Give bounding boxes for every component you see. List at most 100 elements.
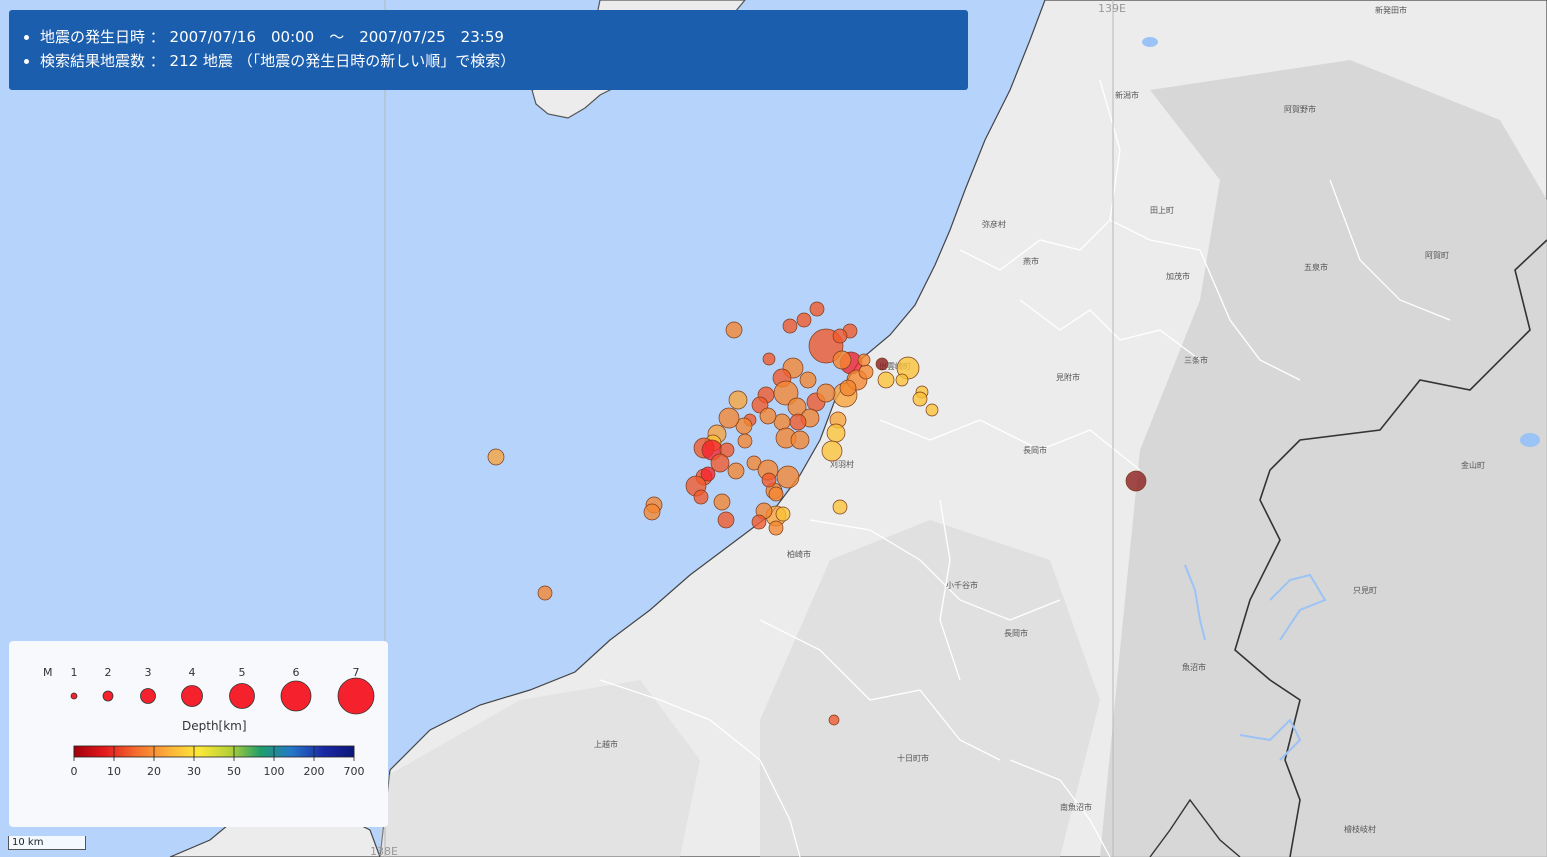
earthquake-marker[interactable] xyxy=(809,301,825,317)
magnitude-label: 2 xyxy=(105,666,112,679)
magnitude-label: 4 xyxy=(189,666,196,679)
magnitude-marker xyxy=(70,692,78,700)
date-range-text: 地震の発生日時 ： 2007/07/16 00:00 ～ 2007/07/25 … xyxy=(40,25,968,49)
grid-label-138e: 138E xyxy=(370,845,398,857)
depth-tick-label: 100 xyxy=(264,765,285,778)
legend-graphic: M 1 2 3 4 5 6 7 Depth[km] 0 10 20 30 50 100 200 700 xyxy=(43,666,375,778)
place-label: 弥彦村 xyxy=(982,219,1006,229)
place-label: 檜枝岐村 xyxy=(1344,824,1376,834)
earthquake-marker[interactable] xyxy=(693,489,709,505)
place-label: 只見町 xyxy=(1353,586,1377,595)
depth-tick-label: 200 xyxy=(304,765,325,778)
earthquake-marker[interactable] xyxy=(718,407,740,429)
earthquake-marker[interactable] xyxy=(725,321,743,339)
place-label: 阿賀野市 xyxy=(1284,104,1316,114)
earthquake-marker[interactable] xyxy=(776,465,800,489)
magnitude-label: 5 xyxy=(239,666,246,679)
place-label: 田上町 xyxy=(1150,206,1174,215)
magnitude-label: 6 xyxy=(293,666,300,679)
legend-panel: M 1 2 3 4 5 6 7 Depth[km] 0 10 20 30 50 100 200 700 xyxy=(9,641,388,827)
lake xyxy=(1520,433,1540,447)
earthquake-marker[interactable] xyxy=(775,506,791,522)
earthquake-marker[interactable] xyxy=(751,514,767,530)
earthquake-marker[interactable] xyxy=(737,433,753,449)
grid-label-139e: 139E xyxy=(1098,2,1126,15)
earthquake-marker[interactable] xyxy=(877,371,895,389)
magnitude-marker xyxy=(140,688,156,704)
place-label: 上越市 xyxy=(594,739,618,749)
depth-tick-label: 10 xyxy=(107,765,121,778)
place-label: 阿賀町 xyxy=(1425,250,1449,260)
legend-magnitude-label: M xyxy=(43,666,53,679)
depth-tick-label: 0 xyxy=(71,765,78,778)
earthquake-marker[interactable] xyxy=(857,353,871,367)
earthquake-marker[interactable] xyxy=(832,499,848,515)
place-label: 十日町市 xyxy=(897,753,929,763)
place-label: 小千谷市 xyxy=(946,580,978,590)
earthquake-marker[interactable] xyxy=(537,585,553,601)
place-label: 三条市 xyxy=(1184,355,1208,365)
magnitude-marker xyxy=(280,680,312,712)
magnitude-label: 7 xyxy=(353,666,360,679)
scale-bar: 10 km xyxy=(8,836,86,850)
magnitude-marker xyxy=(181,685,203,707)
depth-tick-label: 700 xyxy=(344,765,365,778)
magnitude-marker xyxy=(102,690,114,702)
depth-tick-label: 20 xyxy=(147,765,161,778)
earthquake-marker[interactable] xyxy=(768,520,784,536)
place-label: 新発田市 xyxy=(1375,5,1407,15)
earthquake-marker[interactable] xyxy=(796,312,812,328)
search-info-panel: 地震の発生日時 ： 2007/07/16 00:00 ～ 2007/07/25 … xyxy=(9,10,968,90)
earthquake-marker[interactable] xyxy=(828,714,840,726)
place-label: 魚沼市 xyxy=(1182,662,1206,672)
earthquake-marker[interactable] xyxy=(761,472,777,488)
legend-depth-title: Depth[km] xyxy=(182,719,247,733)
earthquake-marker[interactable] xyxy=(912,391,928,407)
earthquake-marker[interactable] xyxy=(1125,470,1147,492)
earthquake-marker[interactable] xyxy=(832,328,848,344)
depth-gradient xyxy=(73,745,355,758)
place-label: 長岡市 xyxy=(1004,628,1028,638)
earthquake-marker[interactable] xyxy=(816,383,836,403)
earthquake-marker[interactable] xyxy=(728,390,748,410)
magnitude-label: 1 xyxy=(71,666,78,679)
earthquake-marker[interactable] xyxy=(759,407,777,425)
place-label: 柏崎市 xyxy=(787,549,811,559)
result-count-text: 検索結果地震数 ： 212 地震 （「地震の発生日時の新しい順」で検索） xyxy=(40,49,968,73)
earthquake-marker[interactable] xyxy=(762,352,776,366)
earthquake-marker[interactable] xyxy=(895,373,909,387)
earthquake-marker[interactable] xyxy=(826,423,846,443)
magnitude-marker xyxy=(229,683,255,709)
magnitude-label: 3 xyxy=(145,666,152,679)
earthquake-marker[interactable] xyxy=(821,440,843,462)
earthquake-marker[interactable] xyxy=(789,413,807,431)
earthquake-marker[interactable] xyxy=(713,493,731,511)
place-label: 見附市 xyxy=(1056,372,1080,382)
earthquake-marker[interactable] xyxy=(643,503,661,521)
place-label: 長岡市 xyxy=(1023,445,1047,455)
earthquake-marker[interactable] xyxy=(839,379,857,397)
depth-tick-label: 50 xyxy=(227,765,241,778)
earthquake-marker[interactable] xyxy=(717,511,735,529)
place-label: 燕市 xyxy=(1023,256,1039,266)
place-label: 金山町 xyxy=(1461,460,1485,470)
earthquake-marker[interactable] xyxy=(782,318,798,334)
place-label: 加茂市 xyxy=(1166,271,1190,281)
place-label: 南魚沼市 xyxy=(1060,802,1092,812)
earthquake-marker[interactable] xyxy=(832,350,852,370)
earthquake-marker[interactable] xyxy=(487,448,505,466)
earthquake-marker[interactable] xyxy=(768,486,784,502)
earthquake-marker[interactable] xyxy=(790,430,810,450)
earthquake-marker[interactable] xyxy=(773,413,791,431)
earthquake-marker[interactable] xyxy=(710,453,730,473)
place-label: 五泉市 xyxy=(1304,262,1328,272)
magnitude-legend: 1 2 3 4 5 6 7 xyxy=(70,666,375,715)
earthquake-marker[interactable] xyxy=(875,357,889,371)
earthquake-marker[interactable] xyxy=(858,364,874,380)
depth-colorbar: 0 10 20 30 50 100 200 700 xyxy=(71,745,365,778)
lake xyxy=(1142,37,1158,47)
earthquake-marker[interactable] xyxy=(925,403,939,417)
place-label: 新潟市 xyxy=(1115,90,1139,100)
earthquake-marker[interactable] xyxy=(799,371,817,389)
earthquake-marker[interactable] xyxy=(727,462,745,480)
